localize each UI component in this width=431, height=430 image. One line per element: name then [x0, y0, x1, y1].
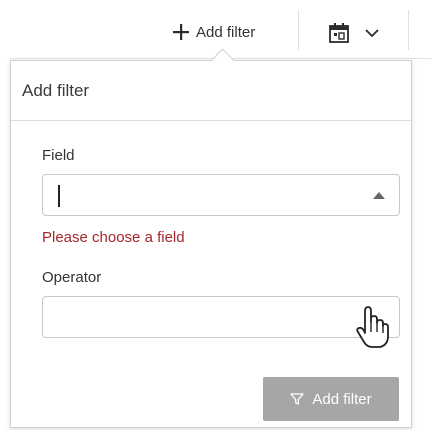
- hand-pointer-icon: [356, 306, 389, 348]
- chevron-down-icon: [365, 29, 379, 38]
- popover-title: Add filter: [11, 61, 411, 121]
- operator-label: Operator: [42, 269, 102, 286]
- text-caret: [58, 185, 60, 207]
- date-range-picker[interactable]: [312, 14, 396, 52]
- caret-up-icon[interactable]: [373, 192, 385, 199]
- toolbar-divider: [408, 10, 409, 50]
- calendar-icon: [329, 23, 349, 43]
- add-filter-toolbar-button[interactable]: Add filter: [172, 20, 255, 44]
- field-select[interactable]: [42, 174, 400, 216]
- plus-icon: [173, 24, 189, 40]
- funnel-icon: [290, 393, 305, 405]
- add-filter-submit-button[interactable]: Add filter: [263, 377, 399, 421]
- add-filter-toolbar-label: Add filter: [196, 23, 256, 41]
- field-error-message: Please choose a field: [42, 229, 185, 246]
- field-label: Field: [42, 147, 75, 164]
- add-filter-popover: Add filter Field Please choose a field O…: [10, 60, 412, 428]
- add-filter-submit-label: Add filter: [312, 390, 372, 408]
- background-page-edge: [0, 58, 10, 430]
- toolbar-divider: [298, 10, 299, 50]
- operator-select[interactable]: [42, 296, 400, 338]
- top-toolbar: Add filter: [0, 0, 431, 59]
